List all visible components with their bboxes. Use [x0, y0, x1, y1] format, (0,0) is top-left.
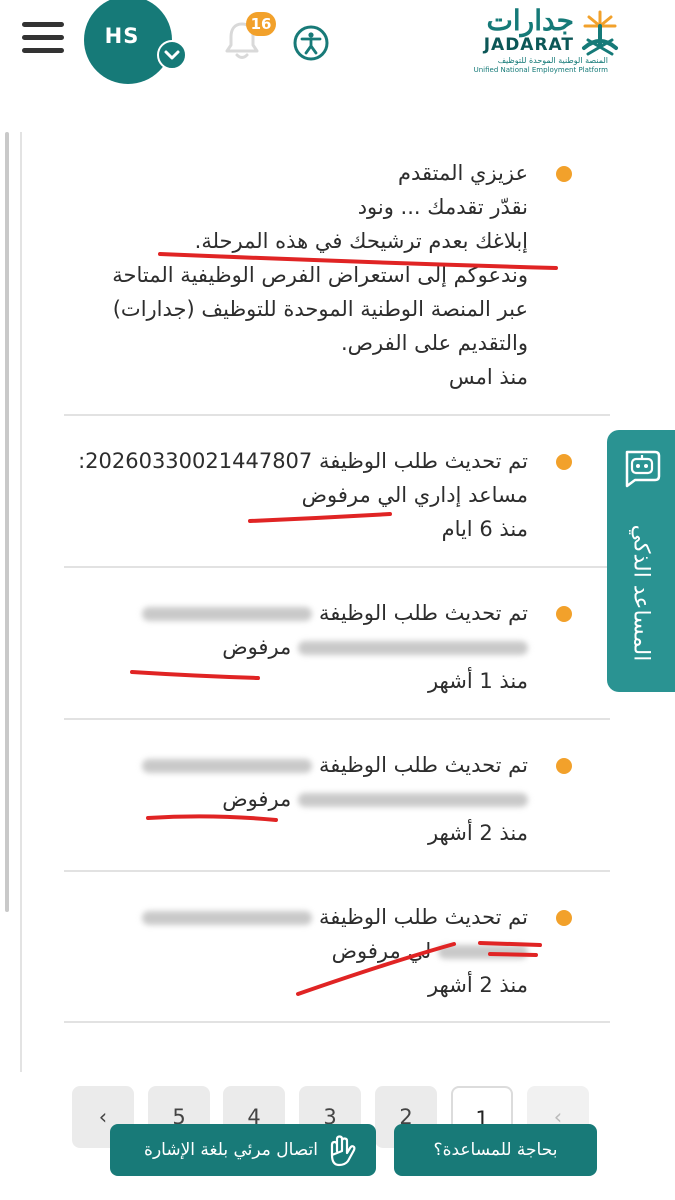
- notification-time: منذ 6 ايام: [441, 517, 528, 541]
- redacted-text: [142, 607, 313, 621]
- chevron-down-icon[interactable]: [157, 40, 187, 70]
- assistant-label: المساعد الذكي: [611, 500, 671, 686]
- jadarat-logo[interactable]: جدارات JADARAT المنصة الوطنية الموحدة لل…: [466, 4, 626, 76]
- logo-arabic-text: جدارات: [486, 4, 574, 37]
- notification-item[interactable]: تم تحديث طلب الوظيفة 20260330021447807: …: [64, 444, 612, 544]
- notification-item[interactable]: تم تحديث طلب الوظيفة مرفوض منذ 2 أشهر: [64, 748, 612, 848]
- sign-language-hands-icon: [326, 1133, 360, 1167]
- notification-line: والتقديم على الفرص.: [340, 331, 528, 355]
- notification-item[interactable]: تم تحديث طلب الوظيفة مرفوض منذ 1 أشهر: [64, 596, 612, 696]
- notification-count-badge: 16: [246, 12, 276, 36]
- redacted-text: [142, 911, 313, 925]
- notification-line: تم تحديث طلب الوظيفة: [318, 601, 528, 625]
- unread-dot: [556, 606, 572, 622]
- unread-dot: [556, 910, 572, 926]
- notification-line: عبر المنصة الوطنية الموحدة للتوظيف (جدار…: [112, 297, 528, 321]
- logo-subtitle-en: Unified National Employment Platform: [473, 66, 608, 74]
- notification-line: وندعوكم إلى استعراض الفرص الوظيفية المتا…: [112, 263, 528, 287]
- divider: [64, 1021, 610, 1023]
- status-text: مرفوض: [222, 635, 292, 659]
- notification-time: منذ امس: [448, 365, 528, 389]
- notification-time: منذ 1 أشهر: [427, 669, 528, 693]
- notification-time: منذ 2 أشهر: [427, 821, 528, 845]
- notification-text: عزيزي المتقدم نقدّر تقدمك ... ونود إبلاغ…: [72, 156, 528, 394]
- accessibility-icon[interactable]: [292, 24, 330, 62]
- notification-time: منذ 2 أشهر: [427, 973, 528, 997]
- status-text: لي مرفوض: [331, 939, 432, 963]
- panel-border: [20, 132, 22, 1072]
- hamburger-menu-icon[interactable]: [22, 22, 64, 56]
- redacted-text: [298, 641, 528, 655]
- notification-line: تم تحديث طلب الوظيفة 20260330021447807:: [78, 449, 528, 473]
- notification-text: تم تحديث طلب الوظيفة لي مرفوض منذ 2 أشهر: [72, 900, 528, 1002]
- need-help-button[interactable]: بحاجة للمساعدة؟: [394, 1124, 597, 1176]
- redacted-text: [438, 945, 528, 959]
- unread-dot: [556, 758, 572, 774]
- logo-english-text: JADARAT: [483, 35, 574, 55]
- smart-assistant-tab[interactable]: المساعد الذكي: [607, 430, 675, 692]
- status-text: مرفوض: [222, 787, 292, 811]
- notification-line: مساعد إداري الي مرفوض: [301, 483, 528, 507]
- divider: [64, 566, 610, 568]
- notification-line: إبلاغك بعدم ترشيحك في هذه المرحلة.: [194, 229, 528, 253]
- sign-language-call-button[interactable]: اتصال مرئي بلغة الإشارة: [110, 1124, 376, 1176]
- divider: [64, 718, 610, 720]
- notification-text: تم تحديث طلب الوظيفة مرفوض منذ 2 أشهر: [72, 748, 528, 850]
- scrollbar[interactable]: [5, 132, 9, 912]
- notifications-page: HS 16 جدارات JADARAT المنصة الوطنية المو…: [0, 0, 675, 1200]
- notification-item[interactable]: عزيزي المتقدم نقدّر تقدمك ... ونود إبلاغ…: [64, 156, 612, 396]
- notification-line: تم تحديث طلب الوظيفة: [318, 905, 528, 929]
- notification-text: تم تحديث طلب الوظيفة مرفوض منذ 1 أشهر: [72, 596, 528, 698]
- notification-line: عزيزي المتقدم: [397, 161, 528, 185]
- unread-dot: [556, 454, 572, 470]
- assistant-label-text: المساعد الذكي: [628, 524, 654, 662]
- divider: [64, 870, 610, 872]
- avatar-initials: HS: [104, 24, 140, 48]
- notification-item[interactable]: تم تحديث طلب الوظيفة لي مرفوض منذ 2 أشهر: [64, 900, 612, 1000]
- redacted-text: [142, 759, 313, 773]
- robot-chat-icon: [621, 446, 661, 490]
- sign-language-label: اتصال مرئي بلغة الإشارة: [144, 1140, 318, 1160]
- header: HS 16 جدارات JADARAT المنصة الوطنية المو…: [0, 0, 675, 92]
- unread-dot: [556, 166, 572, 182]
- notification-line: نقدّر تقدمك ... ونود: [357, 195, 528, 219]
- notification-line: تم تحديث طلب الوظيفة: [318, 753, 528, 777]
- divider: [64, 414, 610, 416]
- notification-text: تم تحديث طلب الوظيفة 20260330021447807: …: [72, 444, 528, 546]
- palm-emblem-icon: [576, 6, 624, 60]
- redacted-text: [298, 793, 528, 807]
